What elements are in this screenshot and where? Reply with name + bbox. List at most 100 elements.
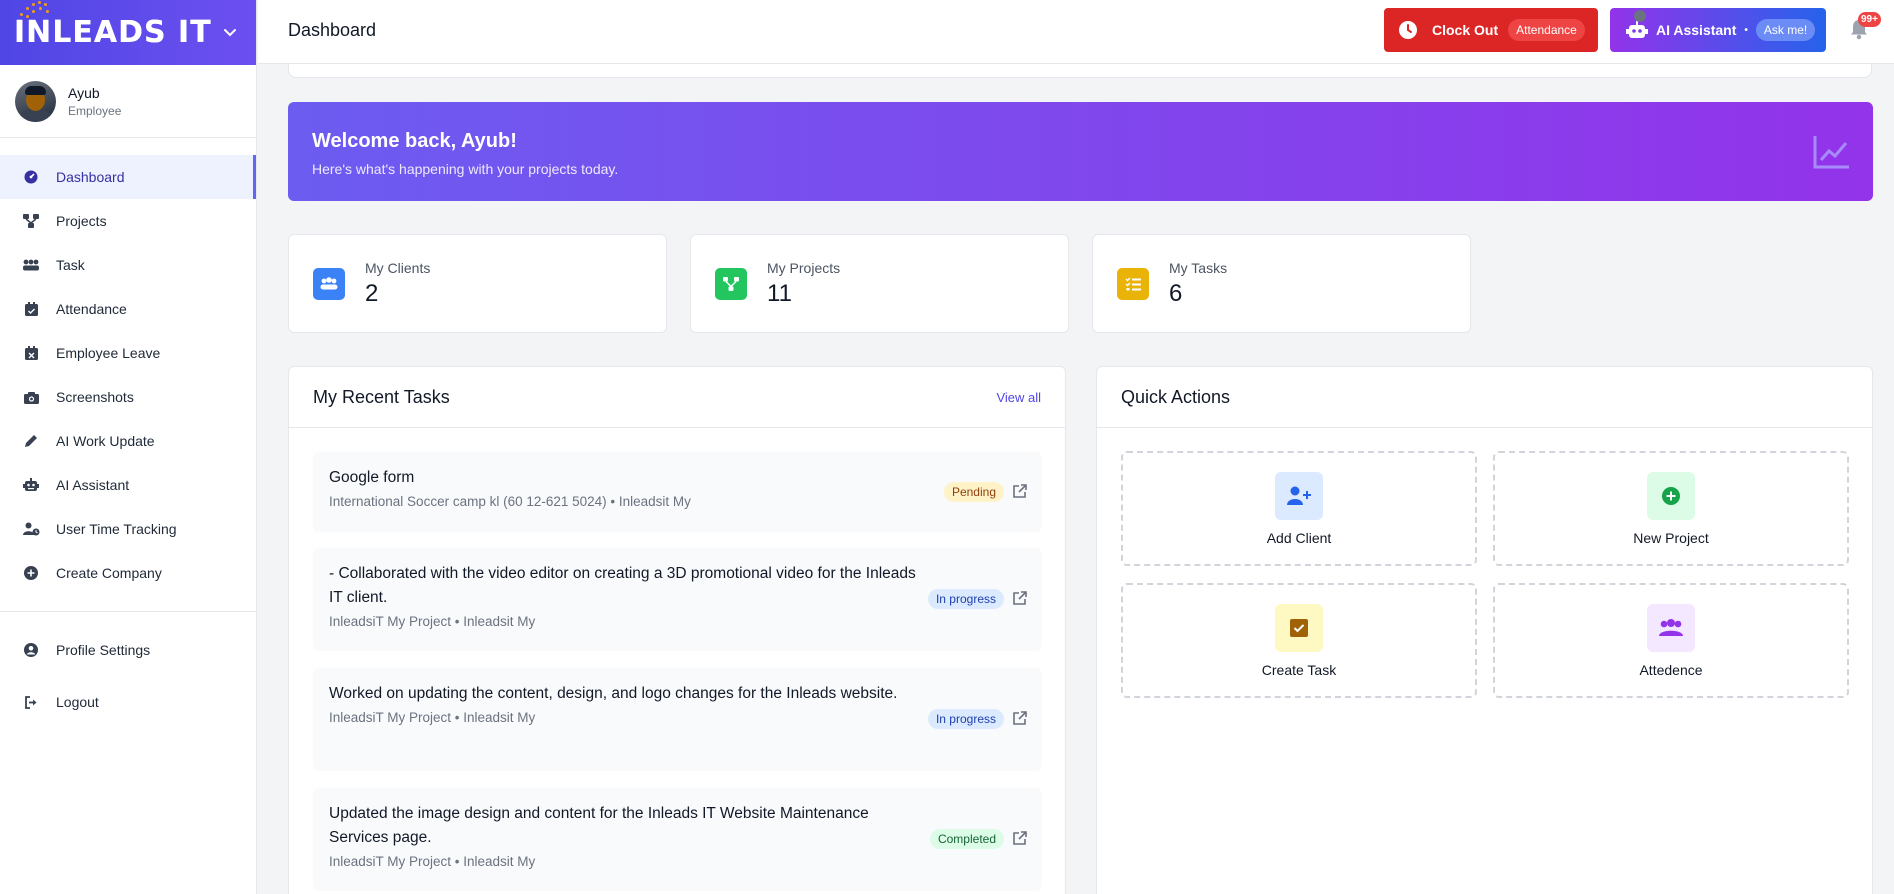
sidebar-divider (0, 611, 256, 612)
user-plus-icon (1275, 471, 1323, 520)
page-title: Dashboard (288, 20, 377, 40)
clock-out-label: Clock Out (1432, 22, 1499, 38)
recent-tasks-panel: My Recent Tasks View all Google form Int… (288, 366, 1066, 894)
calendar-x-icon (22, 344, 40, 362)
sidebar-item-ai-assistant[interactable]: AI Assistant (0, 463, 256, 507)
quick-actions-panel: Quick Actions Add Client New Project Cre… (1096, 366, 1873, 894)
users-icon (22, 256, 40, 274)
chevron-down-icon[interactable] (220, 23, 240, 43)
sidebar-item-label: Projects (56, 213, 107, 229)
quick-action-label: Create Task (1261, 661, 1337, 678)
quick-action-label: New Project (1633, 529, 1709, 546)
user-clock-icon (22, 520, 40, 538)
plus-circle-icon (1647, 471, 1695, 520)
clock-out-button[interactable]: Clock Out Attendance (1384, 8, 1598, 52)
avatar (15, 80, 56, 122)
sidebar-item-label: Profile Settings (56, 642, 151, 658)
stat-card-projects[interactable]: My Projects 11 (690, 234, 1069, 333)
status-badge: In progress (927, 589, 1004, 609)
sidebar-item-label: AI Work Update (56, 433, 155, 449)
external-link-icon[interactable] (1012, 483, 1028, 499)
quick-action-label: Add Client (1266, 529, 1332, 546)
add-client-button[interactable]: Add Client (1121, 451, 1477, 566)
user-name: Ayub (68, 84, 100, 101)
sidebar-item-logout[interactable]: Logout (0, 680, 256, 724)
task-meta: InleadsiT My Project • Inleadsit My (329, 710, 536, 725)
status-badge: Pending (943, 482, 1004, 502)
task-item[interactable]: Google form International Soccer camp kl… (313, 452, 1042, 532)
panel-header: Quick Actions (1097, 367, 1872, 428)
sidebar-item-label: Logout (56, 694, 99, 710)
welcome-subtitle: Here's what's happening with your projec… (312, 161, 619, 177)
sidebar-item-task[interactable]: Task (0, 243, 256, 287)
task-meta: InleadsiT My Project • Inleadsit My (329, 854, 536, 869)
stat-card-tasks[interactable]: My Tasks 6 (1092, 234, 1471, 333)
external-link-icon[interactable] (1012, 830, 1028, 846)
users-icon (1647, 603, 1695, 652)
checkbox-icon (1275, 603, 1323, 652)
calendar-check-icon (22, 300, 40, 318)
chart-line-icon (1813, 136, 1849, 169)
welcome-title: Welcome back, Ayub! (312, 130, 517, 152)
stat-label: My Projects (767, 259, 841, 276)
toggle-knob (1634, 10, 1646, 22)
task-item[interactable]: Updated the image design and content for… (313, 788, 1042, 891)
inleads-logo[interactable]: INLEADS IT (14, 1, 212, 50)
ask-me-pill: Ask me! (1755, 19, 1816, 41)
panel-title: Quick Actions (1121, 386, 1231, 407)
sidebar-item-label: Employee Leave (56, 345, 161, 361)
diagram-icon (22, 212, 40, 230)
sidebar-item-label: AI Assistant (56, 477, 130, 493)
task-item[interactable]: Worked on updating the content, design, … (313, 668, 1042, 771)
sidebar-item-user-time-tracking[interactable]: User Time Tracking (0, 507, 256, 551)
robot-icon (22, 476, 40, 494)
quick-action-label: Attedence (1639, 661, 1703, 678)
gauge-icon (22, 168, 40, 186)
ai-assistant-button[interactable]: AI Assistant • Ask me! (1610, 8, 1826, 52)
new-project-button[interactable]: New Project (1493, 451, 1849, 566)
user-role: Employee (68, 103, 122, 118)
list-check-icon (1117, 267, 1149, 300)
sidebar-item-label: Dashboard (56, 169, 125, 185)
sidebar-item-projects[interactable]: Projects (0, 199, 256, 243)
task-title: Worked on updating the content, design, … (329, 685, 898, 702)
sidebar-item-dashboard[interactable]: Dashboard (0, 155, 256, 199)
sidebar-item-screenshots[interactable]: Screenshots (0, 375, 256, 419)
status-badge: Completed (929, 829, 1004, 849)
status-badge: In progress (927, 709, 1004, 729)
stat-value: 11 (767, 279, 792, 307)
welcome-banner: Welcome back, Ayub! Here's what's happen… (288, 102, 1873, 201)
pencil-icon (22, 432, 40, 450)
brand-header: INLEADS IT (0, 0, 256, 65)
robot-icon (1626, 21, 1648, 38)
task-meta: International Soccer camp kl (60 12-621 … (329, 494, 691, 509)
logout-icon (22, 693, 40, 711)
task-title: - Collaborated with the video editor on … (329, 565, 916, 606)
diagram-icon (715, 267, 747, 300)
sidebar-item-employee-leave[interactable]: Employee Leave (0, 331, 256, 375)
sidebar-item-label: User Time Tracking (56, 521, 177, 537)
view-all-link[interactable]: View all (996, 390, 1041, 405)
external-link-icon[interactable] (1012, 710, 1028, 726)
sidebar-item-ai-work-update[interactable]: AI Work Update (0, 419, 256, 463)
sidebar-item-create-company[interactable]: Create Company (0, 551, 256, 595)
task-item[interactable]: - Collaborated with the video editor on … (313, 548, 1042, 651)
ai-assistant-label: AI Assistant (1656, 22, 1737, 38)
sidebar-item-label: Task (56, 257, 85, 273)
stat-card-clients[interactable]: My Clients 2 (288, 234, 667, 333)
stat-value: 6 (1169, 279, 1183, 307)
users-icon (313, 267, 345, 300)
top-card-edge (288, 64, 1872, 78)
sidebar-item-label: Create Company (56, 565, 162, 581)
user-profile[interactable]: Ayub Employee (0, 65, 256, 138)
stat-label: My Tasks (1169, 259, 1228, 276)
stat-label: My Clients (365, 259, 431, 276)
sidebar-item-attendance[interactable]: Attendance (0, 287, 256, 331)
plus-circle-icon (22, 564, 40, 582)
external-link-icon[interactable] (1012, 590, 1028, 606)
panel-header: My Recent Tasks View all (289, 367, 1065, 428)
create-task-button[interactable]: Create Task (1121, 583, 1477, 698)
sidebar-item-profile-settings[interactable]: Profile Settings (0, 628, 256, 672)
attendance-button[interactable]: Attedence (1493, 583, 1849, 698)
separator-dot: • (1744, 24, 1748, 36)
